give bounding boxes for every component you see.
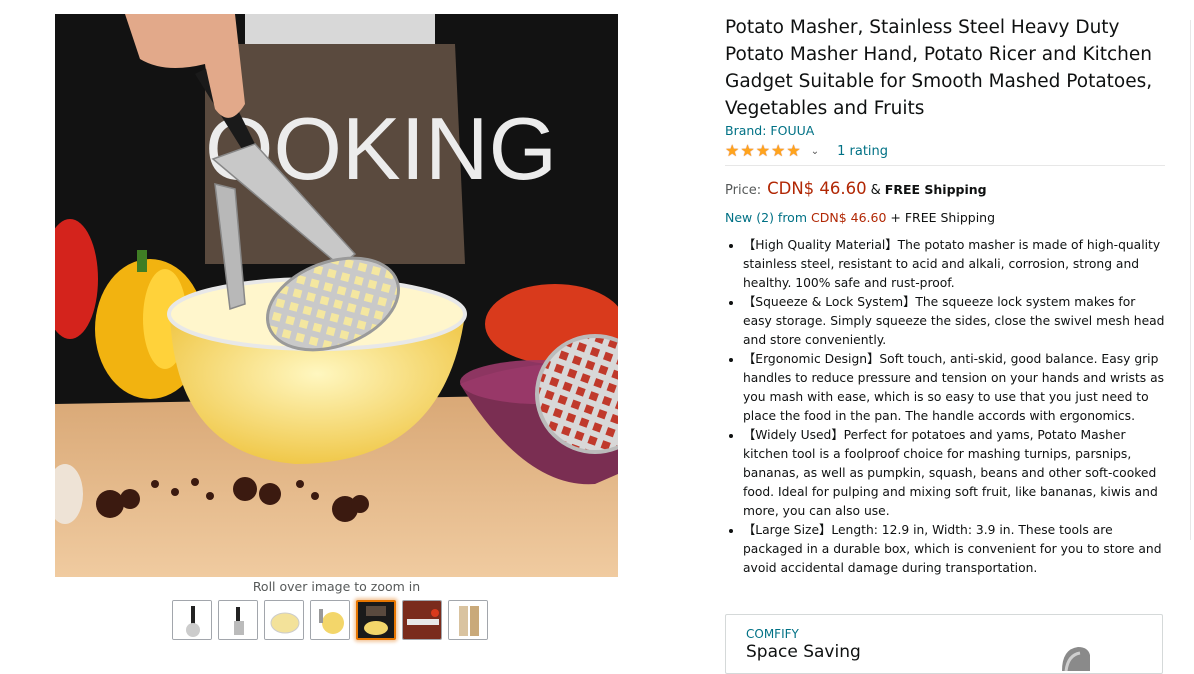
zoom-hint: Roll over image to zoom in [252, 579, 421, 594]
ad-product-icon [1062, 647, 1090, 671]
thumbnail-strip [172, 600, 488, 640]
price-value: CDN$ 46.60 [767, 179, 867, 198]
product-title: Potato Masher, Stainless Steel Heavy Dut… [725, 17, 1153, 119]
price-label: Price: [725, 183, 762, 198]
feature-bullet: 【High Quality Material】The potato masher… [743, 236, 1165, 293]
star-icon: ★ [725, 141, 740, 160]
chevron-down-icon[interactable]: ⌄ [811, 146, 819, 157]
star-rating[interactable]: ★ ★ ★ ★ ★ [725, 143, 801, 159]
rating-count-link[interactable]: 1 rating [837, 144, 888, 159]
new-offers-link[interactable]: New (2) from [725, 210, 807, 225]
thumbnail-2[interactable] [218, 600, 258, 640]
new-offers-shipping: + FREE Shipping [890, 210, 996, 225]
star-icon: ★ [755, 141, 771, 160]
new-offers-price: CDN$ 46.60 [811, 210, 887, 225]
feature-bullets: 【High Quality Material】The potato masher… [725, 236, 1165, 578]
thumbnail-5[interactable] [356, 600, 396, 640]
divider [725, 165, 1165, 166]
star-icon: ★ [740, 141, 755, 160]
sponsored-card[interactable]: COMFIFY Space Saving [725, 614, 1163, 674]
ad-headline[interactable]: Space Saving [746, 642, 861, 662]
brand-link[interactable]: Brand: FOUUA [725, 123, 1165, 138]
product-details: Potato Masher, Stainless Steel Heavy Dut… [725, 14, 1165, 578]
thumbnail-7[interactable] [448, 600, 488, 640]
price-amp: & [870, 183, 881, 198]
ad-brand[interactable]: COMFIFY [746, 627, 799, 641]
feature-bullet: 【Widely Used】Perfect for potatoes and ya… [743, 426, 1165, 521]
feature-bullet: 【Ergonomic Design】Soft touch, anti-skid,… [743, 350, 1165, 426]
feature-bullet: 【Large Size】Length: 12.9 in, Width: 3.9 … [743, 521, 1165, 578]
scroll-edge [1190, 20, 1194, 540]
price-row: Price: CDN$ 46.60 & FREE Shipping [725, 179, 1165, 198]
new-offers-row: New (2) from CDN$ 46.60 + FREE Shipping [725, 210, 1165, 225]
thumbnail-1[interactable] [172, 600, 212, 640]
star-icon: ★ [786, 141, 801, 160]
thumbnail-4[interactable] [310, 600, 350, 640]
thumbnail-6[interactable] [402, 600, 442, 640]
star-icon: ★ [771, 141, 786, 160]
feature-bullet: 【Squeeze & Lock System】The squeeze lock … [743, 293, 1165, 350]
main-product-image[interactable]: OOKING [55, 14, 618, 577]
rating-row: ★ ★ ★ ★ ★ ⌄ 1 rating [725, 141, 1165, 161]
thumbnail-3[interactable] [264, 600, 304, 640]
free-shipping[interactable]: FREE Shipping [885, 182, 987, 197]
